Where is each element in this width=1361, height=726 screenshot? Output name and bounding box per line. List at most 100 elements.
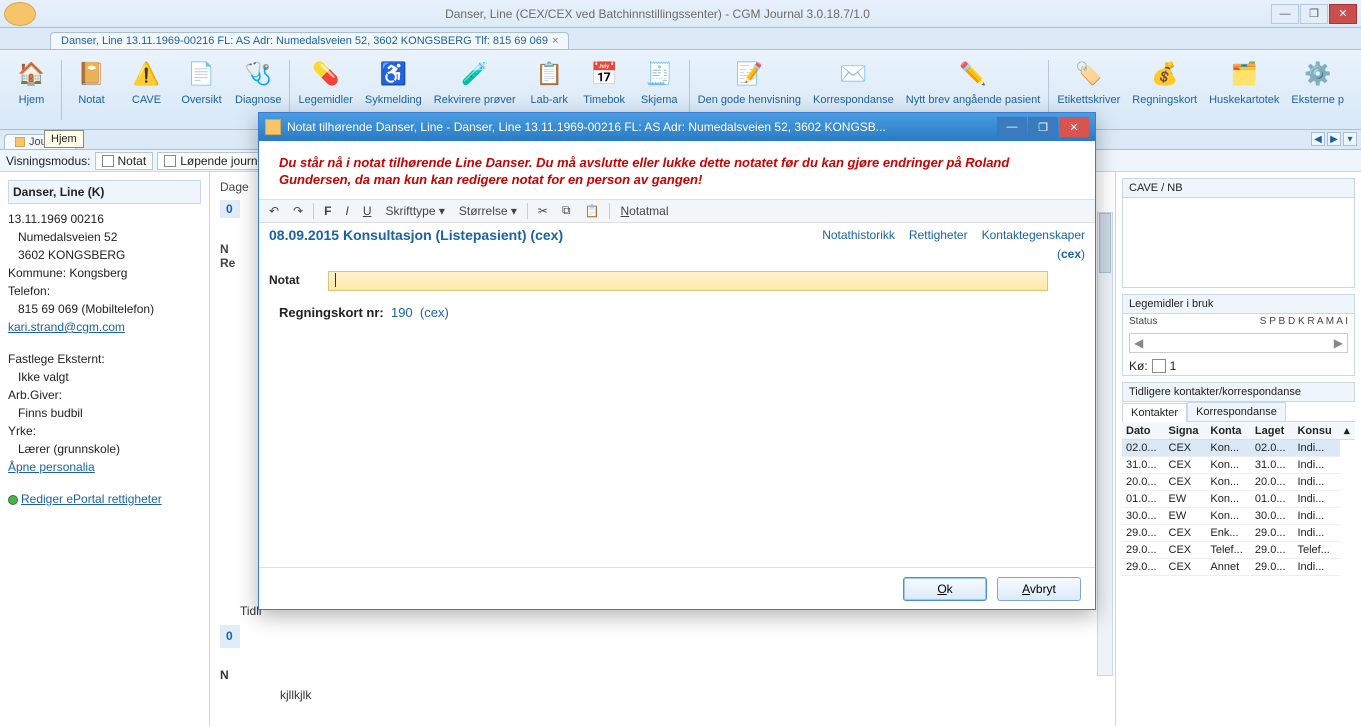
template-button[interactable]: Notatmal xyxy=(616,204,672,218)
minimize-button[interactable]: — xyxy=(1271,4,1299,24)
right-panel: CAVE / NB Legemidler i bruk Status S P B… xyxy=(1116,172,1361,726)
ribbon-etikettskriver[interactable]: 🏷️ Etikettskriver xyxy=(1051,56,1126,108)
dialog-minimize-button[interactable]: — xyxy=(997,117,1027,137)
regningskort-label: Regningskort nr: xyxy=(279,305,384,320)
dialog-button-bar: Ok Avbryt xyxy=(259,567,1095,609)
ribbon-cave[interactable]: ⚠️CAVE xyxy=(119,56,174,108)
lopende-mini-icon xyxy=(164,155,176,167)
document-tab[interactable]: Danser, Line 13.11.1969-00216 FL: AS Adr… xyxy=(50,32,569,49)
ribbon-timebok[interactable]: 📅Timebok xyxy=(577,56,632,108)
col-dato[interactable]: Dato xyxy=(1122,422,1165,440)
ribbon-den-gode-henvisning[interactable]: 📝Den gode henvisning xyxy=(692,56,807,108)
tab-korrespondanse[interactable]: Korrespondanse xyxy=(1187,402,1286,421)
table-row[interactable]: 30.0...EWKon...30.0...Indi... xyxy=(1122,508,1355,525)
ribbon-rekvirere-prøver[interactable]: 🧪Rekvirere prøver xyxy=(428,56,522,108)
cut-button[interactable]: ✂ xyxy=(534,204,552,218)
col-konsu[interactable]: Konsu xyxy=(1293,422,1340,440)
table-scroll-icon[interactable]: ▴ xyxy=(1340,422,1355,440)
col-laget[interactable]: Laget xyxy=(1251,422,1294,440)
ribbon-lab-ark[interactable]: 📋Lab-ark xyxy=(522,56,577,108)
ribbon-notat[interactable]: 📔Notat xyxy=(64,56,119,108)
maximize-button[interactable]: ❐ xyxy=(1300,4,1328,24)
ribbon-huskekartotek[interactable]: 🗂️Huskekartotek xyxy=(1203,56,1285,108)
ribbon-hjem[interactable]: 🏠Hjem xyxy=(4,56,59,108)
tab-kontakter[interactable]: Kontakter xyxy=(1122,403,1187,422)
bg-re: Re xyxy=(220,256,249,270)
dialog-title-bar[interactable]: Notat tilhørende Danser, Line - Danser, … xyxy=(259,113,1095,141)
table-row[interactable]: 29.0...CEXTelef...29.0...Telef... xyxy=(1122,542,1355,559)
ribbon-regningskort[interactable]: 💰Regningskort xyxy=(1126,56,1203,108)
avbryt-button[interactable]: Avbryt xyxy=(997,577,1081,601)
close-button[interactable]: ✕ xyxy=(1329,4,1357,24)
table-row[interactable]: 20.0...CEXKon...20.0...Indi... xyxy=(1122,474,1355,491)
cex-label: (cex) xyxy=(1057,247,1085,261)
link-rettigheter[interactable]: Rettigheter xyxy=(909,228,968,242)
ribbon-label: Nytt brev angående pasient xyxy=(906,94,1041,106)
ribbon-sykmelding[interactable]: ♿Sykmelding xyxy=(359,56,428,108)
ko-value: 1 xyxy=(1170,359,1177,373)
paste-button[interactable]: 📋 xyxy=(581,204,604,218)
ribbon-legemidler[interactable]: 💊Legemidler xyxy=(292,56,358,108)
patient-panel: Danser, Line (K) 13.11.1969 00216 Numeda… xyxy=(0,172,210,726)
korrespondanse-icon: ✉️ xyxy=(837,58,869,90)
col-signa[interactable]: Signa xyxy=(1165,422,1207,440)
col-konta[interactable]: Konta xyxy=(1206,422,1251,440)
link-notathistorikk[interactable]: Notathistorikk xyxy=(822,228,895,242)
viewmode-notat[interactable]: Notat xyxy=(95,152,154,170)
tidligere-header: Tidligere kontakter/korrespondanse xyxy=(1122,382,1355,402)
bold-button[interactable]: F xyxy=(320,204,335,218)
patient-email-link[interactable]: kari.strand@cgm.com xyxy=(8,320,125,334)
ribbon-label: Rekvirere prøver xyxy=(434,94,516,106)
ribbon-label: Etikettskriver xyxy=(1057,94,1120,106)
bg-dage: Dage xyxy=(220,180,249,194)
dialog-maximize-button[interactable]: ❐ xyxy=(1028,117,1058,137)
dialog-warning-text: Du står nå i notat tilhørende Line Danse… xyxy=(259,141,1095,199)
note-header: 08.09.2015 Konsultasjon (Listepasient) (… xyxy=(259,223,1095,247)
notat-input[interactable] xyxy=(328,271,1048,291)
etikettskriver-icon: 🏷️ xyxy=(1073,58,1105,90)
regningskort-cex: (cex) xyxy=(420,305,449,320)
ribbon-eksterne-p[interactable]: ⚙️Eksterne p xyxy=(1285,56,1350,108)
patient-addr1: Numedalsveien 52 xyxy=(8,228,201,246)
dialog-close-button[interactable]: ✕ xyxy=(1059,117,1089,137)
open-personalia-link[interactable]: Åpne personalia xyxy=(8,460,95,474)
copy-button[interactable]: ⧉ xyxy=(558,203,575,218)
scrollbar-thumb[interactable] xyxy=(1099,213,1111,273)
ribbon-diagnose[interactable]: 🩺Diagnose xyxy=(229,56,287,108)
center-scrollbar[interactable] xyxy=(1097,212,1113,676)
nav-prev-icon[interactable]: ◀ xyxy=(1311,132,1325,146)
undo-button[interactable]: ↶ xyxy=(265,204,283,218)
table-row[interactable]: 29.0...CEXAnnet29.0...Indi... xyxy=(1122,559,1355,576)
printer-icon[interactable] xyxy=(1152,359,1166,373)
redo-button[interactable]: ↷ xyxy=(289,204,307,218)
table-row[interactable]: 01.0...EWKon...01.0...Indi... xyxy=(1122,491,1355,508)
fastlege-value: Ikke valgt xyxy=(8,368,201,386)
size-dropdown[interactable]: Størrelse ▾ xyxy=(455,204,521,218)
table-row[interactable]: 31.0...CEXKon...31.0...Indi... xyxy=(1122,457,1355,474)
table-row[interactable]: 29.0...CEXEnk...29.0...Indi... xyxy=(1122,525,1355,542)
document-tab-close-icon[interactable]: × xyxy=(552,35,558,47)
med-scroll[interactable]: ◀▶ xyxy=(1129,333,1348,353)
journal-tab-icon xyxy=(15,137,25,147)
link-kontaktegenskaper[interactable]: Kontaktegenskaper xyxy=(982,228,1085,242)
table-row[interactable]: 02.0...CEXKon...02.0...Indi... xyxy=(1122,440,1355,457)
eportal-link[interactable]: Rediger ePortal rettigheter xyxy=(21,492,162,506)
nav-next-icon[interactable]: ▶ xyxy=(1327,132,1341,146)
nav-menu-icon[interactable]: ▾ xyxy=(1343,132,1357,146)
viewmode-lopende[interactable]: Løpende journa xyxy=(157,152,271,170)
ribbon-oversikt[interactable]: 📄Oversikt xyxy=(174,56,229,108)
window-title: Danser, Line (CEX/CEX ved Batchinnstilli… xyxy=(44,7,1271,21)
notat-dialog: Notat tilhørende Danser, Line - Danser, … xyxy=(258,112,1096,610)
underline-button[interactable]: U xyxy=(359,204,376,218)
app-orb-icon[interactable] xyxy=(4,2,36,26)
italic-button[interactable]: I xyxy=(341,204,352,218)
editor-toolbar: ↶ ↷ F I U Skrifttype ▾ Størrelse ▾ ✂ ⧉ 📋… xyxy=(259,199,1095,223)
font-dropdown[interactable]: Skrifttype ▾ xyxy=(381,204,448,218)
ok-button[interactable]: Ok xyxy=(903,577,987,601)
ribbon-korrespondanse[interactable]: ✉️Korrespondanse xyxy=(807,56,900,108)
ribbon-skjema[interactable]: 🧾Skjema xyxy=(632,56,687,108)
cave-header: CAVE / NB xyxy=(1123,179,1354,198)
ribbon-nytt-brev-angående-pasient[interactable]: ✏️Nytt brev angående pasient xyxy=(900,56,1047,108)
ribbon-label: Legemidler xyxy=(298,94,352,106)
regningskort-number: 190 xyxy=(391,305,413,320)
